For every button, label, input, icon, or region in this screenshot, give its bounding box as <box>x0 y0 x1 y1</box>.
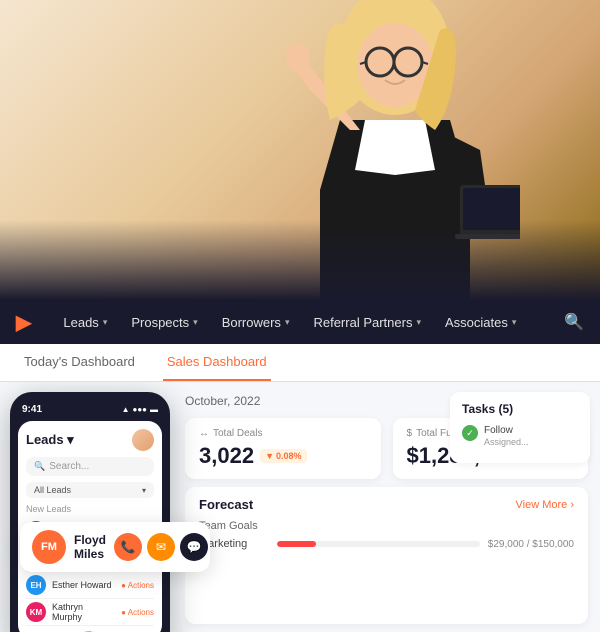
contact-name: Floyd Miles <box>74 533 106 561</box>
phone-screen-header: Leads ▾ <box>26 429 154 451</box>
phone-status-icons: ▲ ●●● ▬ <box>122 405 158 414</box>
search-icon: 🔍 <box>34 461 45 472</box>
nav-item-borrowers[interactable]: Borrowers ▾ <box>210 315 302 330</box>
hero-section <box>0 0 600 300</box>
battery-icon: ▬ <box>150 405 158 414</box>
lead-avatar-3: KM <box>26 602 46 622</box>
email-button[interactable]: ✉ <box>147 533 175 561</box>
task-text: Follow <box>484 424 529 437</box>
stat-deals-label: ↔ Total Deals <box>199 428 367 439</box>
lead-name-2: Esther Howard <box>52 580 115 590</box>
new-leads-label: New Leads <box>26 504 154 514</box>
tab-sales-dashboard[interactable]: Sales Dashboard <box>163 354 271 381</box>
contact-card: FM Floyd Miles 📞 ✉ 💬 <box>20 522 210 572</box>
forecast-header: Forecast View More › <box>199 497 574 512</box>
funded-icon: $ <box>407 428 413 439</box>
nav-referral-chevron: ▾ <box>416 317 421 328</box>
lead-item-2: EH Esther Howard ● Actions <box>26 572 154 599</box>
tasks-header: Tasks (5) <box>462 402 578 416</box>
nav-prospects-label: Prospects <box>131 315 189 330</box>
phone-status-bar: 9:41 ▲ ●●● ▬ <box>18 404 162 415</box>
tab-today-label: Today's Dashboard <box>24 354 135 369</box>
nav-item-leads[interactable]: Leads ▾ <box>51 315 119 330</box>
navigation-bar: ▶ Leads ▾ Prospects ▾ Borrowers ▾ Referr… <box>0 300 600 344</box>
goal-marketing-amount: $29,000 / $150,000 <box>488 539 574 550</box>
task-content: Follow Assigned... <box>484 424 529 447</box>
lead-avatar-2: EH <box>26 575 46 595</box>
nav-item-associates[interactable]: Associates ▾ <box>433 315 528 330</box>
wifi-icon: ▲ <box>122 405 130 414</box>
nav-search-icon[interactable]: 🔍 <box>564 312 584 332</box>
task-item-0: ✓ Follow Assigned... <box>462 424 578 447</box>
forecast-section: Forecast View More › Team Goals Marketin… <box>185 487 588 624</box>
tab-sales-label: Sales Dashboard <box>167 354 267 369</box>
chat-button[interactable]: 💬 <box>180 533 208 561</box>
dashboard-content: 9:41 ▲ ●●● ▬ Leads ▾ 🔍 Search... All Lea… <box>0 382 600 632</box>
lead-action-2[interactable]: ● Actions <box>121 581 154 590</box>
deals-number: 3,022 <box>199 443 254 469</box>
goal-row-marketing: Marketing $29,000 / $150,000 <box>199 538 574 550</box>
team-goals-label: Team Goals <box>199 520 574 532</box>
forecast-title: Forecast <box>199 497 253 512</box>
signal-icon: ●●● <box>133 405 148 414</box>
nav-associates-label: Associates <box>445 315 508 330</box>
phone-filter-dropdown[interactable]: All Leads ▾ <box>26 482 154 498</box>
stat-card-deals: ↔ Total Deals 3,022 ▼ 0.08% <box>185 418 381 479</box>
phone-search-bar[interactable]: 🔍 Search... <box>26 457 154 476</box>
deals-badge-arrow: ▼ <box>265 451 274 461</box>
tasks-section: Tasks (5) ✓ Follow Assigned... <box>450 392 590 463</box>
phone-mockup: 9:41 ▲ ●●● ▬ Leads ▾ 🔍 Search... All Lea… <box>10 392 170 632</box>
tab-today-dashboard[interactable]: Today's Dashboard <box>20 354 139 381</box>
tabs-bar: Today's Dashboard Sales Dashboard <box>0 344 600 382</box>
contact-avatar: FM <box>32 530 66 564</box>
deals-badge-text: 0.08% <box>276 451 302 461</box>
goal-marketing-bar <box>277 541 316 547</box>
filter-label: All Leads <box>34 485 71 495</box>
task-check-icon: ✓ <box>462 425 478 441</box>
nav-associates-chevron: ▾ <box>512 317 517 328</box>
deals-icon: ↔ <box>199 428 209 439</box>
nav-leads-chevron: ▾ <box>103 317 108 328</box>
phone-user-avatar <box>132 429 154 451</box>
nav-borrowers-label: Borrowers <box>222 315 281 330</box>
filter-chevron: ▾ <box>142 486 146 495</box>
stat-deals-text: Total Deals <box>213 428 262 439</box>
call-button[interactable]: 📞 <box>114 533 142 561</box>
nav-logo: ▶ <box>16 310 31 335</box>
deals-badge: ▼ 0.08% <box>260 449 306 463</box>
nav-borrowers-chevron: ▾ <box>285 317 290 328</box>
hero-overlay <box>0 220 600 300</box>
lead-action-3[interactable]: ● Actions <box>121 608 154 617</box>
nav-item-prospects[interactable]: Prospects ▾ <box>119 315 209 330</box>
phone-time: 9:41 <box>22 404 42 415</box>
lead-name-3: Kathryn Murphy <box>52 602 115 622</box>
nav-referral-label: Referral Partners <box>313 315 412 330</box>
nav-prospects-chevron: ▾ <box>193 317 198 328</box>
stat-deals-value: 3,022 ▼ 0.08% <box>199 443 367 469</box>
goal-marketing-bar-container <box>277 541 480 547</box>
contact-action-buttons: 📞 ✉ 💬 <box>114 533 208 561</box>
lead-item-3: KM Kathryn Murphy ● Actions <box>26 599 154 626</box>
phone-title: Leads ▾ <box>26 432 74 448</box>
nav-leads-label: Leads <box>63 315 98 330</box>
search-placeholder: Search... <box>49 461 89 472</box>
task-sub: Assigned... <box>484 437 529 447</box>
nav-item-referral[interactable]: Referral Partners ▾ <box>301 315 433 330</box>
view-more-button[interactable]: View More › <box>516 499 574 511</box>
